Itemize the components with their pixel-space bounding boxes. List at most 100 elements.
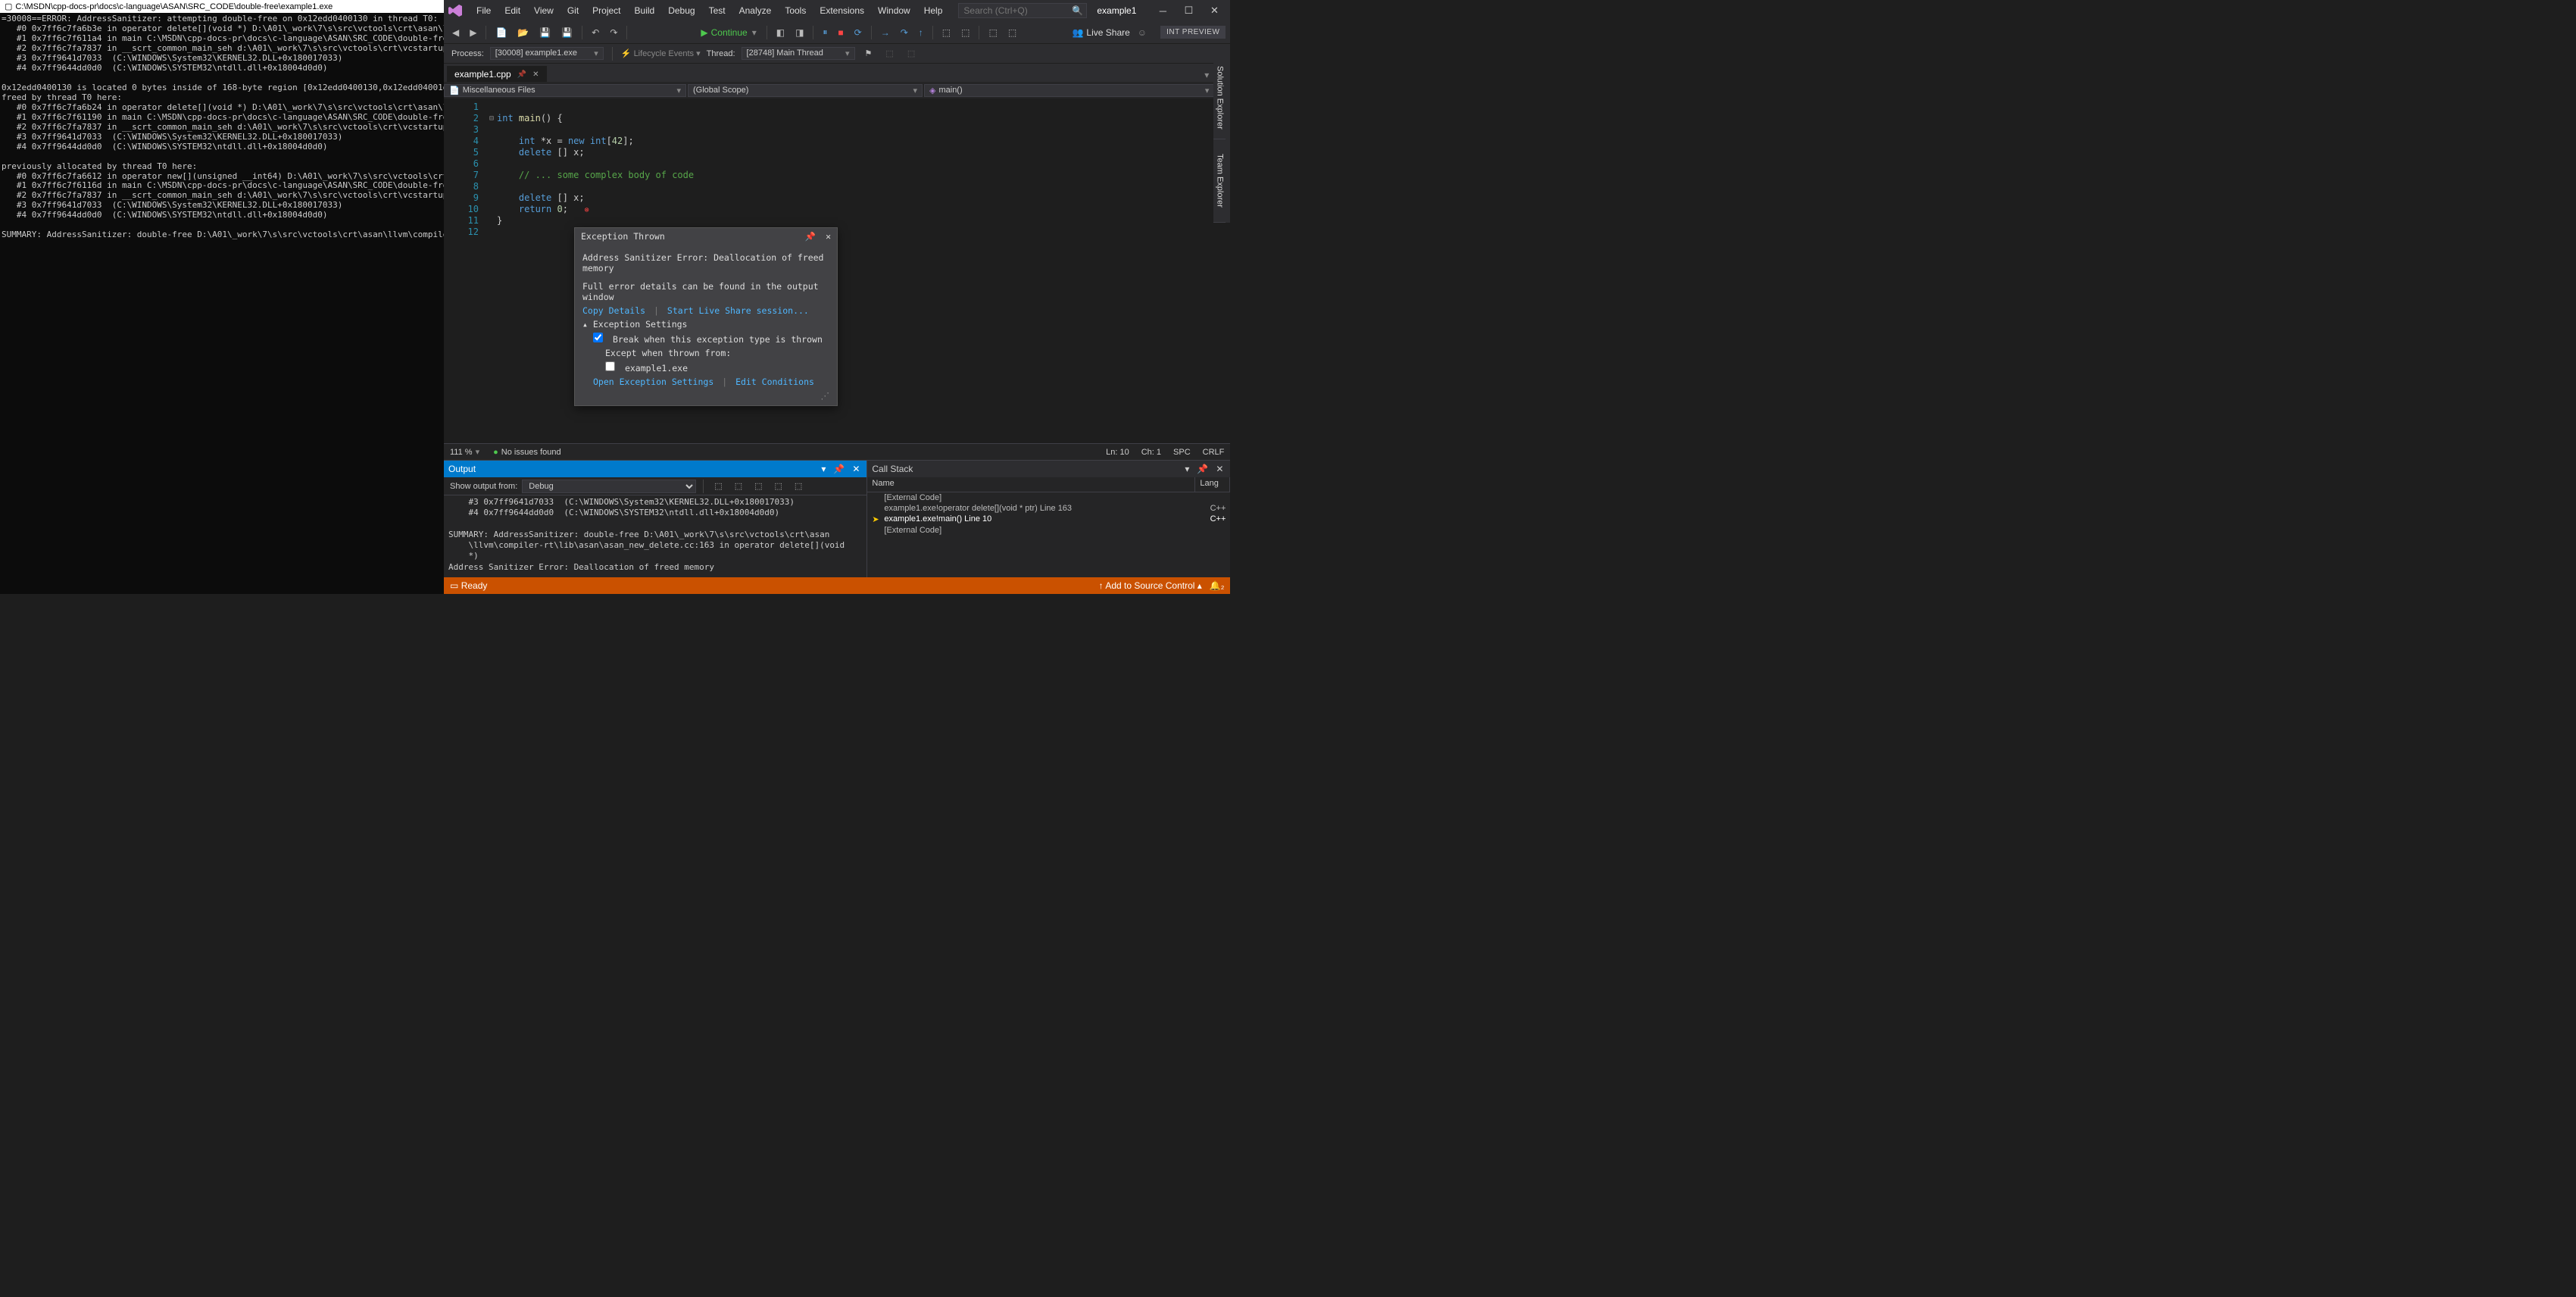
search-icon[interactable]: 🔍 bbox=[1072, 5, 1083, 16]
live-share-icon: 👥 bbox=[1072, 27, 1083, 38]
pin-icon[interactable]: 📌 bbox=[517, 70, 526, 79]
lifecycle-events[interactable]: ⚡ Lifecycle Events ▾ bbox=[621, 48, 701, 58]
menu-project[interactable]: Project bbox=[585, 2, 627, 19]
code-editor[interactable]: 123456789101112 ⊟ int main() { int *x = … bbox=[444, 98, 1230, 443]
output-tb-3[interactable]: ⬚ bbox=[751, 479, 766, 493]
open-exception-settings-link[interactable]: Open Exception Settings bbox=[593, 377, 713, 387]
close-popup-icon[interactable]: ✕ bbox=[826, 231, 831, 242]
menu-edit[interactable]: Edit bbox=[498, 2, 527, 19]
copy-details-link[interactable]: Copy Details bbox=[582, 305, 645, 316]
menu-file[interactable]: File bbox=[470, 2, 498, 19]
menu-help[interactable]: Help bbox=[917, 2, 950, 19]
open-button[interactable]: 📂 bbox=[514, 25, 532, 40]
debug-icon-1[interactable]: ◧ bbox=[773, 25, 788, 40]
debug-icon-2[interactable]: ◨ bbox=[792, 25, 807, 40]
output-source-combo[interactable]: Debug bbox=[522, 480, 696, 493]
output-tb-1[interactable]: ⬚ bbox=[710, 479, 726, 493]
debug-icon-a[interactable]: ⬚ bbox=[938, 25, 954, 40]
menu-build[interactable]: Build bbox=[628, 2, 662, 19]
menu-debug[interactable]: Debug bbox=[661, 2, 701, 19]
callstack-header[interactable]: Call Stack ▾ 📌 ✕ bbox=[867, 461, 1230, 477]
edit-conditions-link[interactable]: Edit Conditions bbox=[735, 377, 814, 387]
search-input[interactable] bbox=[958, 3, 1087, 18]
console-body[interactable]: =30008==ERROR: AddressSanitizer: attempt… bbox=[0, 13, 444, 242]
menu-git[interactable]: Git bbox=[560, 2, 585, 19]
scope-function[interactable]: ◈main()▾ bbox=[924, 84, 1214, 97]
output-close-icon[interactable]: ✕ bbox=[850, 464, 862, 474]
notifications-icon[interactable]: 🔔₂ bbox=[1210, 580, 1225, 591]
pause-button[interactable]: ⏸ bbox=[819, 24, 831, 40]
step-out-button[interactable]: ↑ bbox=[915, 25, 927, 40]
continue-button[interactable]: ▶Continue▾ bbox=[696, 25, 760, 40]
issues-indicator[interactable]: ●No issues found bbox=[493, 448, 561, 457]
menu-view[interactable]: View bbox=[527, 2, 560, 19]
eol-indicator[interactable]: CRLF bbox=[1203, 448, 1225, 457]
callstack-dropdown-icon[interactable]: ▾ bbox=[1182, 464, 1191, 474]
except-from-label: Except when thrown from: bbox=[582, 348, 829, 358]
output-pin-icon[interactable]: 📌 bbox=[831, 464, 847, 474]
thread-combo[interactable]: [28748] Main Thread ▾ bbox=[742, 47, 855, 60]
live-share-button[interactable]: 👥Live Share bbox=[1072, 27, 1129, 38]
col-name[interactable]: Name bbox=[867, 477, 1195, 492]
break-on-exception-checkbox[interactable] bbox=[593, 333, 603, 342]
exception-settings-header[interactable]: ▴ Exception Settings bbox=[582, 319, 829, 330]
callstack-close-icon[interactable]: ✕ bbox=[1213, 464, 1226, 474]
callstack-pin-icon[interactable]: 📌 bbox=[1194, 464, 1210, 474]
redo-button[interactable]: ↷ bbox=[606, 25, 621, 40]
add-source-control[interactable]: ↑ Add to Source Control ▴ bbox=[1099, 580, 1202, 591]
check-icon: ● bbox=[493, 448, 498, 457]
char-indicator[interactable]: Ch: 1 bbox=[1141, 448, 1161, 457]
new-button[interactable]: 📄 bbox=[492, 25, 511, 40]
team-explorer-tab[interactable]: Team Explorer bbox=[1213, 139, 1226, 223]
back-button[interactable]: ◀ bbox=[448, 25, 463, 40]
line-indicator[interactable]: Ln: 10 bbox=[1106, 448, 1129, 457]
save-button[interactable]: 💾 bbox=[535, 25, 554, 40]
menu-tools[interactable]: Tools bbox=[778, 2, 813, 19]
close-tab-icon[interactable]: ✕ bbox=[532, 70, 539, 79]
fold-column[interactable]: ⊟ bbox=[486, 98, 497, 443]
scope-project[interactable]: 📄Miscellaneous Files▾ bbox=[444, 84, 686, 97]
menu-window[interactable]: Window bbox=[871, 2, 917, 19]
zoom-level[interactable]: 111 % ▾ bbox=[450, 447, 479, 457]
restart-button[interactable]: ⟳ bbox=[851, 25, 866, 40]
editor-status-bar: 111 % ▾ ●No issues found Ln: 10 Ch: 1 SP… bbox=[444, 443, 1230, 460]
tab-dropdown-icon[interactable]: ▾ bbox=[1200, 68, 1213, 82]
stack-icon-2[interactable]: ⬚ bbox=[904, 46, 919, 61]
pin-popup-icon[interactable]: 📌 bbox=[805, 231, 816, 242]
tab-example1-cpp[interactable]: example1.cpp 📌 ✕ bbox=[447, 66, 547, 82]
start-live-share-link[interactable]: Start Live Share session... bbox=[667, 305, 809, 316]
output-body[interactable]: #3 0x7ff9641d7033 (C:\WINDOWS\System32\K… bbox=[444, 495, 866, 577]
callstack-body[interactable]: [External Code] example1.exe!operator de… bbox=[867, 492, 1230, 577]
debug-icon-c[interactable]: ⬚ bbox=[985, 25, 1001, 40]
output-header[interactable]: Output ▾ 📌 ✕ bbox=[444, 461, 866, 477]
scope-namespace[interactable]: (Global Scope)▾ bbox=[688, 84, 923, 97]
debug-icon-d[interactable]: ⬚ bbox=[1004, 25, 1020, 40]
output-tb-5[interactable]: ⬚ bbox=[791, 479, 806, 493]
step-over-button[interactable]: ↷ bbox=[897, 25, 912, 40]
menu-test[interactable]: Test bbox=[702, 2, 732, 19]
menu-analyze[interactable]: Analyze bbox=[732, 2, 779, 19]
save-all-button[interactable]: 💾 bbox=[557, 25, 576, 40]
solution-explorer-tab[interactable]: Solution Explorer bbox=[1213, 56, 1226, 139]
maximize-button[interactable]: ☐ bbox=[1176, 5, 1201, 17]
resize-grip-icon[interactable]: ⋰ bbox=[582, 390, 829, 401]
process-combo[interactable]: [30008] example1.exe ▾ bbox=[490, 47, 604, 60]
output-tb-4[interactable]: ⬚ bbox=[771, 479, 786, 493]
output-tb-2[interactable]: ⬚ bbox=[731, 479, 746, 493]
output-dropdown-icon[interactable]: ▾ bbox=[819, 464, 828, 474]
minimize-button[interactable]: ─ bbox=[1150, 5, 1176, 17]
stack-icon[interactable]: ⬚ bbox=[882, 46, 897, 61]
menu-extensions[interactable]: Extensions bbox=[813, 2, 871, 19]
flag-icon[interactable]: ⚑ bbox=[861, 46, 876, 61]
indent-indicator[interactable]: SPC bbox=[1173, 448, 1191, 457]
except-item-checkbox[interactable] bbox=[605, 361, 615, 371]
stop-button[interactable]: ■ bbox=[834, 25, 847, 40]
menubar: File Edit View Git Project Build Debug T… bbox=[444, 0, 1230, 21]
undo-button[interactable]: ↶ bbox=[588, 25, 603, 40]
close-button[interactable]: ✕ bbox=[1201, 5, 1227, 17]
debug-icon-b[interactable]: ⬚ bbox=[957, 25, 973, 40]
forward-button[interactable]: ▶ bbox=[466, 25, 480, 40]
col-lang[interactable]: Lang bbox=[1195, 477, 1230, 492]
step-into-button[interactable]: → bbox=[877, 25, 894, 40]
feedback-icon[interactable]: ☺ bbox=[1138, 27, 1147, 38]
